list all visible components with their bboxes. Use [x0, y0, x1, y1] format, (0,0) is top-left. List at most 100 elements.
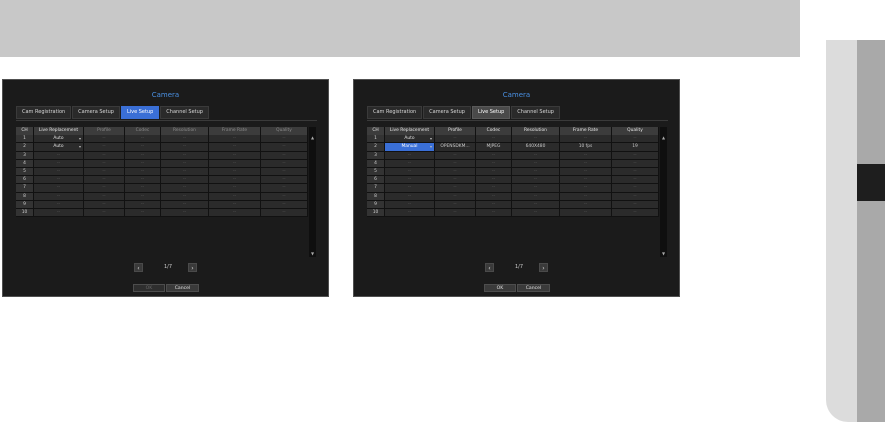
- cell-codec: --: [125, 208, 161, 218]
- tab-live-setup[interactable]: Live Setup: [471, 106, 511, 119]
- cell-ch: 3: [16, 151, 34, 160]
- cell-text: --: [633, 201, 637, 207]
- cell-profile: --: [84, 151, 125, 160]
- cell-frame-rate: --: [560, 159, 612, 168]
- ok-button[interactable]: OK: [484, 284, 516, 292]
- table-row[interactable]: 1 Auto ▾ -- -- -- -- --: [367, 135, 659, 144]
- table-row[interactable]: 7 -- -- -- -- -- --: [16, 184, 308, 193]
- cell-quality: --: [261, 167, 308, 177]
- cell-live-replacement: --: [385, 200, 435, 209]
- cell-profile: --: [84, 200, 125, 209]
- tab-channel-setup[interactable]: Channel Setup: [160, 106, 209, 119]
- cell-codec: --: [476, 184, 512, 193]
- tab-cam-registration[interactable]: Cam Registration: [367, 106, 423, 119]
- cell-ch: 4: [367, 159, 385, 168]
- cell-text: --: [56, 201, 61, 207]
- cell-profile: --: [84, 208, 125, 218]
- cell-codec: --: [476, 208, 512, 218]
- tab-camera-setup[interactable]: Camera Setup: [423, 106, 471, 119]
- camera-dialog-1: Camera Cam Registration Camera Setup Liv…: [2, 79, 329, 297]
- cell-text: --: [533, 209, 538, 215]
- tab-cam-registration[interactable]: Cam Registration: [16, 106, 72, 119]
- cell-profile: --: [435, 151, 476, 160]
- cell-text: --: [140, 144, 145, 150]
- cell-text: --: [182, 209, 187, 215]
- cell-live-replacement[interactable]: Auto ▾: [385, 135, 435, 144]
- scrollbar[interactable]: ▲ ▼: [660, 127, 667, 257]
- cell-text: --: [282, 160, 286, 166]
- cell-text: 10 fps: [578, 144, 593, 150]
- dialog-footer: OK Cancel: [3, 284, 328, 292]
- cell-text: --: [453, 160, 457, 166]
- table-row[interactable]: 3 -- -- -- -- -- --: [367, 151, 659, 160]
- cell-live-replacement: --: [34, 184, 84, 193]
- cell-text: --: [491, 152, 496, 158]
- table-row[interactable]: 6 -- -- -- -- -- --: [16, 176, 308, 185]
- cell-live-replacement: --: [385, 184, 435, 193]
- cell-live-replacement[interactable]: Auto ▾: [34, 143, 84, 152]
- cell-text: 7: [23, 185, 26, 191]
- cell-live-replacement: --: [34, 176, 84, 185]
- next-page-button[interactable]: ›: [539, 263, 548, 272]
- cell-resolution: --: [161, 159, 209, 168]
- scroll-down-icon[interactable]: ▼: [309, 251, 316, 257]
- cell-text: 7: [374, 185, 377, 191]
- table-row[interactable]: 6 -- -- -- -- -- --: [367, 176, 659, 185]
- table-row[interactable]: 5 -- -- -- -- -- --: [367, 167, 659, 177]
- table-row[interactable]: 10 -- -- -- -- -- --: [16, 208, 308, 218]
- cell-frame-rate: --: [560, 184, 612, 193]
- cell-quality: --: [612, 176, 659, 185]
- table-row[interactable]: 4 -- -- -- -- -- --: [16, 159, 308, 168]
- cell-text: --: [232, 193, 237, 199]
- scroll-up-icon[interactable]: ▲: [660, 135, 667, 141]
- cell-resolution: --: [512, 167, 560, 177]
- table-row[interactable]: 1 Auto ▾ -- -- -- -- --: [16, 135, 308, 144]
- cell-codec: --: [476, 192, 512, 201]
- tab-channel-setup[interactable]: Channel Setup: [511, 106, 560, 119]
- cell-live-replacement[interactable]: Manual ▾: [385, 143, 435, 152]
- scrollbar[interactable]: ▲ ▼: [309, 127, 316, 257]
- cell-ch: 6: [367, 176, 385, 185]
- table-row[interactable]: 8 -- -- -- -- -- --: [16, 192, 308, 201]
- cell-ch: 10: [367, 208, 385, 218]
- table-row[interactable]: 2 Auto ▾ -- -- -- -- --: [16, 143, 308, 152]
- cell-live-replacement: --: [34, 208, 84, 218]
- cell-resolution: 640X480: [512, 143, 560, 152]
- prev-page-button[interactable]: ‹: [485, 263, 494, 272]
- table-row[interactable]: 7 -- -- -- -- -- --: [367, 184, 659, 193]
- cell-text: --: [182, 168, 187, 174]
- cell-frame-rate: --: [560, 200, 612, 209]
- table-row[interactable]: 9 -- -- -- -- -- --: [367, 200, 659, 209]
- cancel-button[interactable]: Cancel: [517, 284, 550, 292]
- scroll-up-icon[interactable]: ▲: [309, 135, 316, 141]
- table-row[interactable]: 8 -- -- -- -- -- --: [367, 192, 659, 201]
- table-row[interactable]: 4 -- -- -- -- -- --: [367, 159, 659, 168]
- cancel-button[interactable]: Cancel: [166, 284, 199, 292]
- table-row[interactable]: 9 -- -- -- -- -- --: [16, 200, 308, 209]
- scroll-down-icon[interactable]: ▼: [660, 251, 667, 257]
- cell-text: 19: [632, 144, 638, 150]
- tab-camera-setup[interactable]: Camera Setup: [72, 106, 120, 119]
- table-header: CH Live Replacement Profile Codec Resolution…: [367, 127, 659, 136]
- table-row[interactable]: 2 Manual ▾ OPENSDKM... MJPEG 640X480 10 fps 19: [367, 143, 659, 152]
- cell-live-replacement[interactable]: Auto ▾: [34, 135, 84, 144]
- next-page-button[interactable]: ›: [188, 263, 197, 272]
- cell-codec: --: [125, 200, 161, 209]
- table-row[interactable]: 5 -- -- -- -- -- --: [16, 167, 308, 177]
- cell-quality: --: [261, 151, 308, 160]
- cell-live-replacement: --: [34, 192, 84, 201]
- tab-bar: Cam Registration Camera Setup Live Setup…: [16, 106, 210, 119]
- page-indicator: 1/7: [514, 264, 524, 270]
- tab-live-setup[interactable]: Live Setup: [120, 106, 160, 119]
- table-row[interactable]: 3 -- -- -- -- -- --: [16, 151, 308, 160]
- prev-page-button[interactable]: ‹: [134, 263, 143, 272]
- cell-codec: --: [125, 159, 161, 168]
- cell-text: --: [633, 160, 637, 166]
- cell-codec: --: [476, 159, 512, 168]
- cell-text: --: [453, 168, 457, 174]
- table-row[interactable]: 10 -- -- -- -- -- --: [367, 208, 659, 218]
- live-setup-table: CH Live Replacement Profile Codec Resolution…: [367, 127, 659, 218]
- cell-codec: --: [125, 176, 161, 185]
- ok-button[interactable]: OK: [133, 284, 165, 292]
- cell-text: --: [56, 193, 61, 199]
